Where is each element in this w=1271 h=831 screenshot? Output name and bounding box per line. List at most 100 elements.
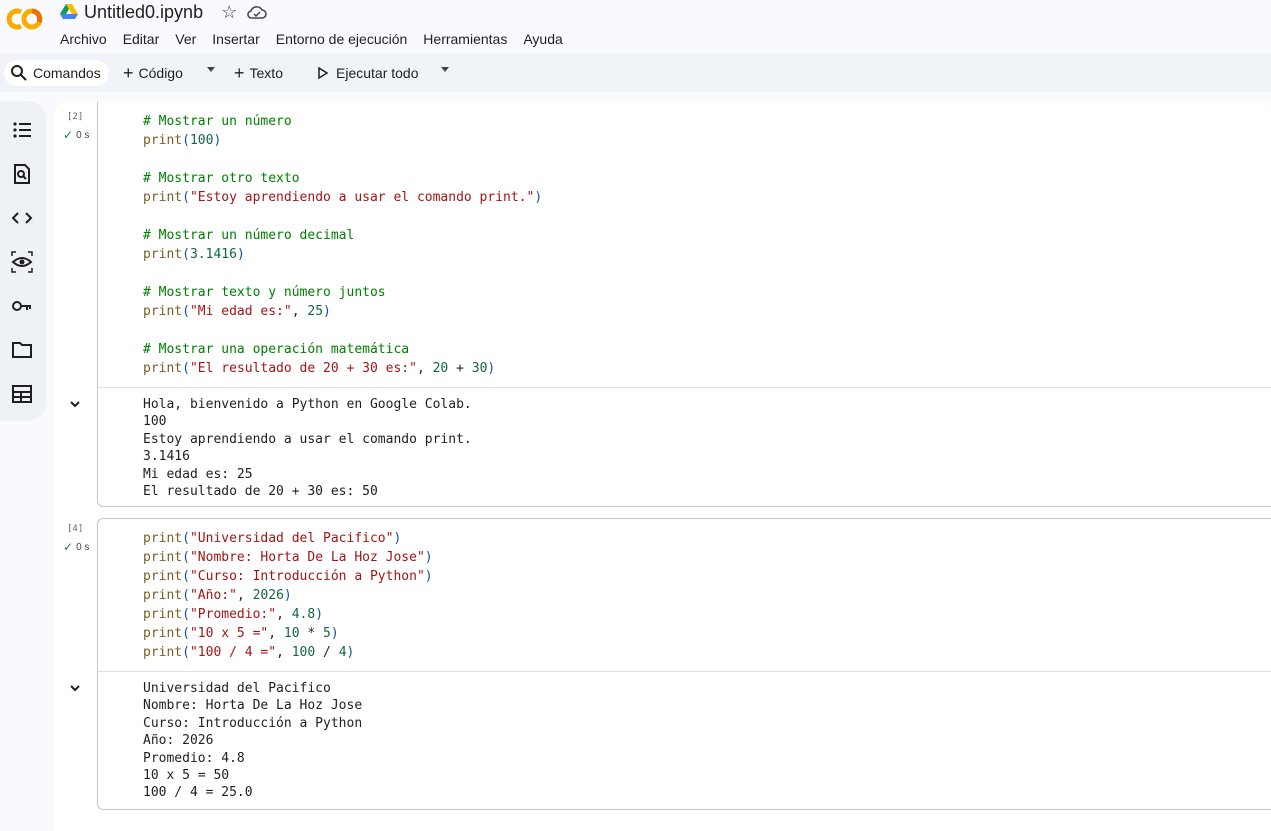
code-paren: ) [236, 247, 245, 262]
code-function: print [143, 645, 183, 660]
chevron-down-icon[interactable] [68, 681, 82, 695]
execution-time: 0 s [76, 541, 90, 553]
code-editor[interactable]: print("Universidad del Pacifico") print("… [143, 529, 433, 662]
code-paren: ) [487, 361, 496, 376]
run-all-button[interactable]: Ejecutar todo [317, 60, 419, 86]
code-line: print("Curso: Introducción a Python") [143, 567, 433, 586]
execution-time: 0 s [76, 129, 90, 141]
code-function: print [143, 588, 183, 603]
add-code-button[interactable]: + Código [123, 60, 183, 86]
code-paren: ) [393, 531, 402, 546]
code-paren: ( [182, 645, 190, 660]
menu-archivo[interactable]: Archivo [52, 29, 115, 49]
code-number: 25 [307, 304, 324, 319]
variables-icon[interactable] [11, 251, 33, 273]
code-editor[interactable]: # Mostrar un número print(100) # Mostrar o… [143, 112, 542, 378]
code-number: 30 [471, 361, 488, 376]
code-punct: , [268, 626, 284, 641]
plus-icon: + [123, 63, 134, 83]
menu-insertar[interactable]: Insertar [204, 29, 267, 49]
star-icon[interactable]: ☆ [221, 3, 237, 21]
code-comment: # Mostrar texto y número juntos [143, 285, 386, 300]
file-name[interactable]: Untitled0.ipynb [84, 2, 203, 23]
code-function: print [143, 133, 183, 148]
code-snippets-icon[interactable] [11, 207, 33, 229]
find-replace-icon[interactable] [11, 163, 33, 185]
code-line: print("100 / 4 =", 100 / 4) [143, 643, 433, 662]
code-paren: ) [424, 550, 433, 565]
code-paren: ) [213, 133, 222, 148]
output-line: 100 / 4 = 25.0 [143, 785, 253, 801]
files-icon[interactable] [11, 339, 33, 361]
output-line: Estoy aprendiendo a usar el comando prin… [143, 431, 472, 447]
output-line: 100 [143, 414, 167, 430]
code-punct: , [276, 607, 292, 622]
cloud-saved-icon[interactable] [247, 4, 267, 20]
commands-label: Comandos [33, 65, 101, 81]
check-icon: ✓ [63, 128, 74, 142]
add-text-button[interactable]: + Texto [234, 60, 283, 86]
drive-icon[interactable] [60, 4, 78, 20]
run-all-dropdown-icon[interactable] [441, 67, 449, 72]
output-line: Promedio: 4.8 [143, 750, 245, 766]
execution-count: [2] [67, 112, 84, 122]
secrets-key-icon[interactable] [11, 295, 33, 317]
run-all-label: Ejecutar todo [336, 65, 419, 81]
menu-herramientas[interactable]: Herramientas [415, 29, 515, 49]
output-line: 3.1416 [143, 449, 190, 465]
output-line: Hola, bienvenido a Python en Google Cola… [143, 397, 472, 412]
code-dropdown-icon[interactable] [207, 67, 215, 72]
code-paren: ) [323, 304, 331, 319]
chevron-down-icon[interactable] [68, 397, 82, 411]
code-line: print("Nombre: Horta De La Hoz Jose") [143, 548, 433, 567]
commands-button[interactable]: Comandos [4, 60, 109, 86]
colab-logo[interactable] [4, 7, 44, 31]
code-line: print("10 x 5 =", 10 * 5) [143, 624, 433, 643]
code-comment: # Mostrar un número [143, 114, 292, 129]
menu-bar: Archivo Editar Ver Insertar Entorno de e… [52, 29, 571, 49]
code-line: print("Promedio:", 4.8) [143, 605, 433, 624]
code-number: 2026 [252, 588, 284, 603]
code-paren: ( [182, 531, 190, 546]
code-line: # Mostrar texto y número juntos [143, 283, 542, 302]
data-table-icon[interactable] [11, 383, 33, 405]
code-line: # Mostrar una operación matemática [143, 340, 542, 359]
code-string: "Universidad del Pacifico" [189, 531, 394, 546]
code-comment: # Mostrar otro texto [143, 171, 300, 186]
cell-output: Hola, bienvenido a Python en Google Cola… [143, 396, 472, 500]
table-of-contents-icon[interactable] [11, 119, 33, 141]
code-function: print [143, 247, 183, 262]
code-line: # Mostrar un número [143, 112, 542, 131]
code-function: print [143, 626, 183, 641]
output-line: Curso: Introducción a Python [143, 715, 363, 731]
code-paren: ) [283, 588, 292, 603]
add-text-label: Texto [249, 65, 283, 81]
output-line: El resultado de 20 + 30 es: 50 [143, 484, 378, 500]
code-number: 4.8 [291, 607, 316, 622]
code-paren: ( [182, 247, 190, 262]
search-icon [11, 65, 27, 81]
code-number: 3.1416 [189, 247, 237, 262]
code-punct: , [416, 361, 433, 376]
code-paren: ( [182, 190, 190, 205]
code-paren: ) [534, 190, 543, 205]
menu-ver[interactable]: Ver [167, 29, 204, 49]
menu-editar[interactable]: Editar [115, 29, 168, 49]
code-function: print [143, 607, 183, 622]
toolbar: Comandos + Código + Texto Ejecutar todo [0, 54, 1271, 92]
code-line: # Mostrar un número decimal [143, 226, 542, 245]
code-number: 4 [338, 645, 347, 660]
code-paren: ( [182, 304, 190, 319]
output-line: Universidad del Pacifico [143, 681, 331, 696]
menu-entorno[interactable]: Entorno de ejecución [268, 29, 416, 49]
code-paren: ( [182, 588, 190, 603]
code-paren: ( [182, 607, 190, 622]
code-function: print [143, 550, 183, 565]
play-icon [318, 67, 329, 79]
code-function: print [143, 531, 183, 546]
execution-status: ✓ 0 s [63, 540, 89, 554]
code-function: print [143, 304, 183, 319]
menu-ayuda[interactable]: Ayuda [515, 29, 570, 49]
